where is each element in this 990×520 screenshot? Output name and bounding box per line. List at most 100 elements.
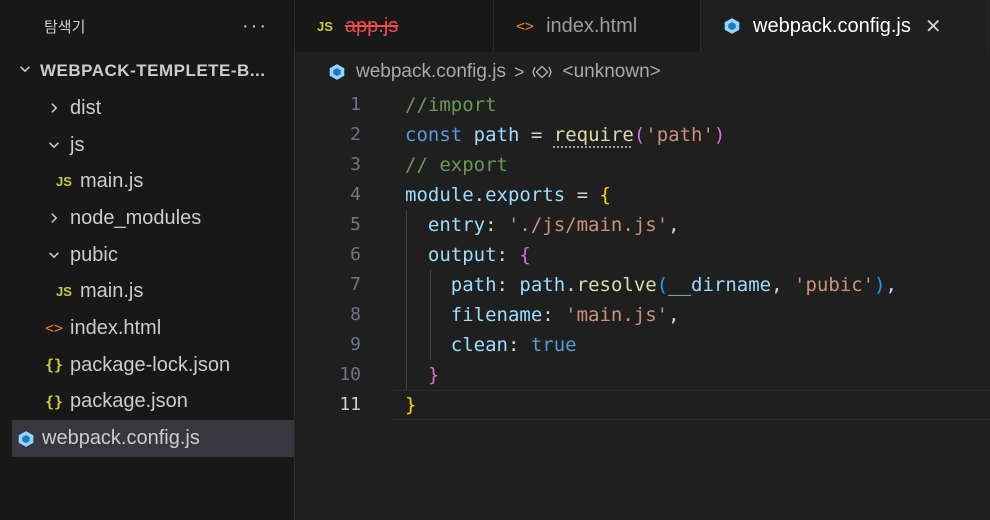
code-token: ( <box>656 274 669 296</box>
code-token: , <box>668 304 680 326</box>
tree-item[interactable]: js <box>0 127 294 164</box>
close-icon[interactable]: ✕ <box>925 14 942 39</box>
tree-item[interactable]: {} package-lock.json <box>0 347 294 384</box>
line-number: 11 <box>339 394 361 415</box>
more-actions-button[interactable]: ··· <box>242 16 268 36</box>
code-line[interactable]: output: { <box>405 240 531 270</box>
code-token: ) <box>874 274 886 296</box>
tab-label: index.html <box>546 14 638 37</box>
workspace-folder-name: WEBPACK-TEMPLETE-B... <box>40 61 266 80</box>
code-token: const <box>405 124 463 146</box>
tree-item[interactable]: {} package.json <box>0 384 294 421</box>
code-token: exports <box>485 184 566 206</box>
code-token: ) <box>713 124 726 146</box>
tree-item-label: node_modules <box>70 206 202 229</box>
code-token: , <box>771 274 795 296</box>
code-token: { <box>599 184 611 206</box>
tab-label: webpack.config.js <box>753 14 911 37</box>
code-token: path <box>473 124 520 146</box>
tree-item-label: js <box>70 133 85 156</box>
breadcrumb: webpack.config.js > <unknown> <box>328 56 661 88</box>
code-token: path <box>450 274 497 296</box>
code-token: entry <box>427 214 486 236</box>
tree-item[interactable]: node_modules <box>0 200 294 237</box>
code-token: require <box>553 124 634 146</box>
js-file-icon: JS <box>56 284 72 300</box>
tree-item[interactable]: pubic <box>0 237 294 274</box>
code-token: { <box>519 244 531 266</box>
line-number: 2 <box>350 124 361 145</box>
tree-item[interactable]: webpack.config.js <box>12 420 294 457</box>
line-number: 4 <box>350 184 361 205</box>
code-token: 'path' <box>645 124 714 146</box>
tree-item[interactable]: dist <box>0 90 294 127</box>
tree-item[interactable]: JS main.js <box>0 163 294 200</box>
code-token: . <box>565 274 577 296</box>
tab-label: app.js <box>344 14 399 37</box>
json-file-icon: {} <box>44 356 64 375</box>
code-token: , <box>668 214 680 236</box>
js-file-icon: JS <box>317 18 333 34</box>
code-token: true <box>530 334 577 356</box>
code-token: : <box>485 214 508 236</box>
webpack-file-icon <box>723 17 741 35</box>
code-token: 'pubic' <box>794 274 875 296</box>
symbol-icon <box>532 63 553 81</box>
code-token: : <box>496 274 520 296</box>
chevron-down-icon <box>18 62 40 81</box>
line-number: 8 <box>350 304 361 325</box>
code-token: : <box>507 334 531 356</box>
code-editor[interactable]: 1//import 2 const path = require('path') 3/… <box>295 90 990 520</box>
code-line[interactable]: const path = require('path') <box>405 120 725 150</box>
code-token: : <box>496 244 520 266</box>
code-token: __dirname <box>668 274 772 296</box>
chevron-right-icon <box>40 101 68 115</box>
tab-index-html[interactable]: <> index.html <box>494 0 701 52</box>
tree-item[interactable]: <> index.html <box>0 310 294 347</box>
code-token: './js/main.js' <box>507 214 669 236</box>
line-number: 5 <box>350 214 361 235</box>
tree-item-label: webpack.config.js <box>42 427 200 450</box>
line-number: 1 <box>350 94 361 115</box>
line-number: 9 <box>350 334 361 355</box>
code-line[interactable]: clean: true <box>405 330 577 360</box>
js-file-icon: JS <box>56 174 72 190</box>
file-tree: dist js JS main.js node_modulespubic JS main.j… <box>0 90 294 457</box>
code-line[interactable]: module.exports = { <box>405 180 611 210</box>
chevron-down-icon <box>40 138 68 152</box>
breadcrumb-file[interactable]: webpack.config.js <box>356 61 506 83</box>
tree-item-label: pubic <box>70 243 118 266</box>
code-token: module <box>405 184 474 206</box>
chevron-right-icon <box>40 211 68 225</box>
breadcrumb-symbol[interactable]: <unknown> <box>562 61 660 83</box>
code-line[interactable]: // export <box>405 150 508 180</box>
tree-item-label: package-lock.json <box>70 353 231 376</box>
code-line[interactable]: entry: './js/main.js', <box>405 210 680 240</box>
code-token: , <box>885 274 897 296</box>
code-token: resolve <box>576 274 657 296</box>
code-line[interactable]: //import <box>405 90 497 120</box>
code-line[interactable]: path: path.resolve(__dirname, 'pubic'), <box>405 270 897 300</box>
workspace-folder-header[interactable]: WEBPACK-TEMPLETE-B... <box>0 52 294 90</box>
editor-tabs: JS app.js <> index.html webpack.config.js ✕ <box>295 0 990 52</box>
code-token: = <box>519 124 554 146</box>
tab-app-js[interactable]: JS app.js <box>295 0 494 52</box>
code-token: 'main.js' <box>565 304 669 326</box>
line-number: 10 <box>339 364 361 385</box>
html-file-icon: <> <box>44 319 64 338</box>
tree-item[interactable]: JS main.js <box>0 273 294 310</box>
tree-item-label: dist <box>70 96 102 119</box>
json-file-icon: {} <box>44 392 64 411</box>
code-line[interactable]: } <box>405 390 416 420</box>
webpack-file-icon <box>12 430 40 448</box>
code-line[interactable]: filename: 'main.js', <box>405 300 680 330</box>
explorer-header: 탐색기 ··· <box>0 0 294 52</box>
code-token: . <box>473 184 486 206</box>
tab-webpack-config-js[interactable]: webpack.config.js ✕ <box>701 0 989 52</box>
code-line[interactable]: } <box>405 360 439 390</box>
